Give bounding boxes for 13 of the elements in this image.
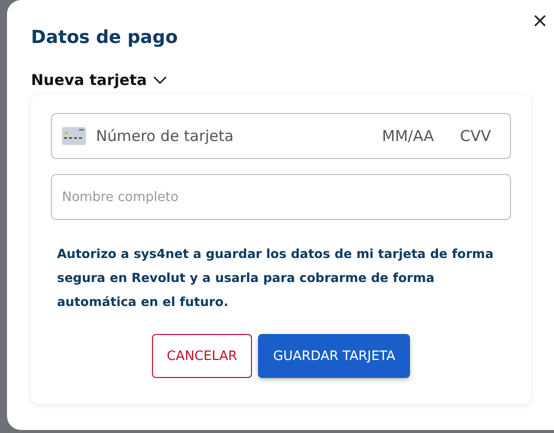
credit-card-icon bbox=[62, 127, 86, 145]
dialog-title: Datos de pago bbox=[31, 26, 178, 50]
card-details-field[interactable]: Número de tarjeta MM/AA CVV bbox=[51, 113, 511, 159]
cvv-input[interactable]: CVV bbox=[458, 126, 498, 146]
consent-text: Autorizo a sys4net a guardar los datos de mi tarjeta de forma segura en Revolut y a usarla para cobrarme de forma automática en el futuro. bbox=[56, 245, 495, 311]
expiry-input[interactable]: MM/AA bbox=[380, 126, 450, 146]
cancel-button[interactable]: CANCELAR bbox=[152, 334, 252, 378]
name-field[interactable]: Nombre completo bbox=[51, 174, 511, 220]
chevron-icon bbox=[152, 76, 167, 84]
card-number-input[interactable]: Número de tarjeta bbox=[94, 126, 372, 146]
close-button[interactable]: × bbox=[528, 8, 552, 32]
save-button[interactable]: GUARDAR TARJETA bbox=[258, 334, 410, 378]
card-selector[interactable]: Nueva tarjeta bbox=[31, 70, 167, 90]
